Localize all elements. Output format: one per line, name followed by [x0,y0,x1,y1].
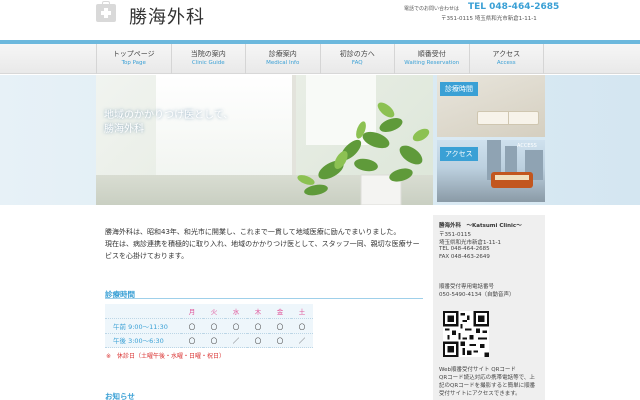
nav-item-sublabel: Top Page [121,60,146,66]
plant-illustration [297,102,430,205]
hours-mark: 〇 [203,333,225,348]
medical-cross-icon [96,1,116,22]
nav-item-label: アクセス [492,50,521,58]
intro-text: 勝海外科は、昭和43年、和光市に開業し、これまで一貫して地域医療に励んでまいりま… [105,226,423,262]
hours-mark: 〇 [247,318,269,334]
day-header: 土 [291,304,313,319]
page: 勝海外科 電話でのお問い合わせは TEL 048-464-2685 〒351-0… [0,0,640,400]
reserve-label: 順番受付専用電話番号 [439,284,495,290]
qr-caption: QRコード読込対応の携帯電話等で、上 [439,375,535,381]
hours-mark: 〇 [269,333,291,348]
site-header: 勝海外科 電話でのお問い合わせは TEL 048-464-2685 〒351-0… [0,0,640,40]
hero-tagline-line: 地域のかかりつけ医として、 [104,110,234,121]
nav-item-access[interactable]: アクセス Access [470,44,544,74]
access-banner-en: ACCESS [517,143,537,149]
intro-paragraph: 勝海外科は、昭和43年、和光市に開業し、これまで一貫して地域医療に励んでまいりま… [105,228,401,236]
access-banner-label: アクセス [440,147,478,161]
access-banner[interactable]: アクセス ACCESS [437,140,545,202]
hours-mark: 〇 [247,333,269,348]
hours-mark: 〇 [225,318,247,334]
hours-row-afternoon: 午後 3:00〜6:30 〇 〇 ／ 〇 〇 ／ [105,333,313,348]
nav-item-sublabel: Waiting Reservation [404,60,460,66]
nav-item-waiting-reservation[interactable]: 順番受付 Waiting Reservation [395,44,470,74]
qr-caption: 受付サイトにアクセスできます。 [439,391,521,397]
nav-item-faq[interactable]: 初診の方へ FAQ [321,44,395,74]
day-header: 火 [203,304,225,319]
hours-mark: 〇 [291,318,313,334]
reserve-phone[interactable]: 050-5490-4134（自動音声） [439,290,514,298]
contact-label: 電話でのお問い合わせは [404,6,460,12]
holiday-note: ※ 休診日（土曜午後・水曜・日曜・祝日） [106,353,226,360]
hours-period: 午前 9:00〜11:30 [105,318,181,334]
site-title[interactable]: 勝海外科 [129,3,205,29]
contact-phone-link[interactable]: TEL 048-464-2685 [468,2,559,12]
clinic-info-line: 埼玉県和光市新倉1-11-1 [439,240,501,246]
clinic-info-phone[interactable]: TEL 048-464-2685 [439,246,490,252]
nav-item-sublabel: FAQ [351,60,363,66]
intro-paragraph: 現在は、病診連携を積極的に取り入れ、地域のかかりつけ医として、スタッフ一同、親切… [105,240,420,260]
main-nav-items: トップページ Top Page 当院の案内 Clinic Guide 診療案内 … [96,44,544,74]
qr-caption: Web順番受付サイト QRコード [439,367,516,373]
hours-banner[interactable]: 診療時間 [437,75,545,137]
nav-item-sublabel: Access [496,60,516,66]
clinic-info-name: 勝海外科 〜Katsumi Clinic〜 [439,223,522,229]
hours-corner-cell [105,304,181,319]
hero-tagline: 地域のかかりつけ医として、 勝海外科 [104,109,233,137]
day-header: 金 [269,304,291,319]
nav-item-label: 当院の案内 [190,50,226,58]
hours-mark: 〇 [269,318,291,334]
nav-item-label: トップページ [112,50,155,58]
hero-tagline-line: 勝海外科 [104,124,144,135]
clinic-info-box: 勝海外科 〜Katsumi Clinic〜 〒351-0115 埼玉県和光市新倉… [433,215,545,400]
nav-item-medical-info[interactable]: 診療案内 Medical Info [246,44,321,74]
hours-mark: 〇 [181,333,203,348]
nav-item-label: 順番受付 [417,50,446,58]
hours-row-morning: 午前 9:00〜11:30 〇 〇 〇 〇 〇 〇 [105,318,313,334]
main-nav: トップページ Top Page 当院の案内 Clinic Guide 診療案内 … [0,44,640,74]
nav-item-sublabel: Clinic Guide [191,60,225,66]
qr-caption: 記のQRコードを撮影すると簡単に順番 [439,383,536,389]
day-header: 水 [225,304,247,319]
header-address: 〒351-0115 埼玉県和光市新倉1-11-1 [441,16,537,22]
nav-item-sublabel: Medical Info [266,60,300,66]
hero-image: 地域のかかりつけ医として、 勝海外科 [96,75,433,205]
news-heading: お知らせ [105,392,135,400]
nav-item-top-page[interactable]: トップページ Top Page [97,44,172,74]
hours-mark: ／ [225,333,247,348]
hours-period: 午後 3:00〜6:30 [105,333,181,348]
hours-mark: 〇 [181,318,203,334]
day-header: 月 [181,304,203,319]
book-image [477,111,539,125]
hours-banner-label: 診療時間 [440,82,478,96]
hours-mark: ／ [291,333,313,348]
day-header: 木 [247,304,269,319]
hours-header-row: 月 火 水 木 金 土 [105,304,313,319]
nav-item-label: 診療案内 [268,50,297,58]
hours-divider [105,298,423,299]
tram-image [491,172,533,188]
hours-table: 月 火 水 木 金 土 午前 9:00〜11:30 〇 〇 〇 〇 〇 〇 午後… [105,304,313,348]
nav-item-label: 初診の方へ [339,50,375,58]
qr-code-image[interactable] [443,311,489,357]
nav-item-clinic-guide[interactable]: 当院の案内 Clinic Guide [172,44,246,74]
clinic-info-fax: FAX 048-463-2649 [439,254,490,260]
clinic-info-line: 〒351-0115 [439,232,471,238]
hours-mark: 〇 [203,318,225,334]
